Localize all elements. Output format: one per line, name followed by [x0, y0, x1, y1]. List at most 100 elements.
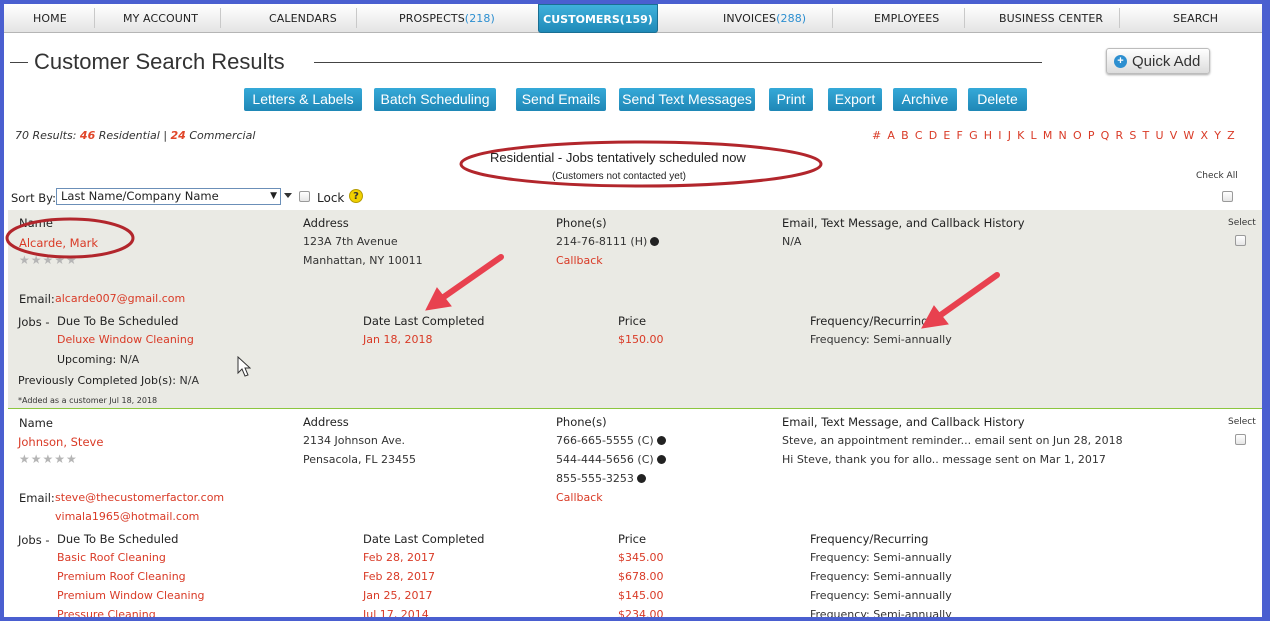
- nav-invoices-label: INVOICES: [723, 12, 777, 25]
- email-link[interactable]: vimala1965@hotmail.com: [55, 510, 199, 523]
- alphabet-letter[interactable]: I: [998, 129, 1001, 142]
- job-frequency: Frequency: Semi-annually: [810, 551, 952, 564]
- archive-button[interactable]: Archive: [893, 88, 957, 111]
- select-checkbox[interactable]: [1235, 434, 1246, 445]
- phone-icon[interactable]: [656, 454, 666, 464]
- nav-customers[interactable]: CUSTOMERS(159): [538, 4, 658, 33]
- history-entry[interactable]: Hi Steve, thank you for allo.. message s…: [782, 453, 1106, 466]
- job-service-link[interactable]: Basic Roof Cleaning: [57, 551, 166, 564]
- alphabet-letter[interactable]: S: [1129, 129, 1136, 142]
- price-header: Price: [618, 532, 647, 546]
- alphabet-letter[interactable]: M: [1043, 129, 1053, 142]
- alphabet-letter[interactable]: Q: [1101, 129, 1110, 142]
- frequency-header: Frequency/Recurring: [810, 314, 929, 328]
- send-emails-button[interactable]: Send Emails: [516, 88, 606, 111]
- alphabet-letter[interactable]: E: [943, 129, 950, 142]
- sort-by-value: Last Name/Company Name: [61, 189, 219, 203]
- nav-home[interactable]: HOME: [33, 12, 67, 25]
- job-price: $678.00: [618, 570, 664, 583]
- name-header: Name: [19, 416, 53, 430]
- batch-scheduling-button[interactable]: Batch Scheduling: [374, 88, 496, 111]
- job-service-link[interactable]: Pressure Cleaning: [57, 608, 156, 617]
- email-link[interactable]: steve@thecustomerfactor.com: [55, 491, 224, 504]
- alphabet-filter: # A B C D E F G H I J K L M N O P Q R S T U V W X Y Z: [872, 129, 1241, 142]
- alphabet-letter[interactable]: #: [872, 129, 881, 142]
- alphabet-letter[interactable]: Z: [1227, 129, 1235, 142]
- commercial-count[interactable]: 24: [171, 129, 186, 142]
- callback-link[interactable]: Callback: [556, 254, 603, 267]
- phone-number[interactable]: 766-665-5555 (C): [556, 434, 666, 447]
- letters-labels-button[interactable]: Letters & Labels: [244, 88, 362, 111]
- callback-link[interactable]: Callback: [556, 491, 603, 504]
- alphabet-letter[interactable]: G: [969, 129, 978, 142]
- select-checkbox[interactable]: [1235, 235, 1246, 246]
- alphabet-letter[interactable]: P: [1088, 129, 1095, 142]
- alphabet-letter[interactable]: H: [984, 129, 992, 142]
- delete-button[interactable]: Delete: [968, 88, 1027, 111]
- job-service-link[interactable]: Deluxe Window Cleaning: [57, 333, 194, 346]
- nav-my-account[interactable]: MY ACCOUNT: [123, 12, 198, 25]
- phone-number-text: 214-76-8111 (H): [556, 235, 648, 248]
- job-date: Jan 25, 2017: [363, 589, 433, 602]
- caret-down-icon[interactable]: [284, 193, 292, 198]
- nav-prospects-label: PROSPECTS: [399, 12, 465, 25]
- title-rule-right: [314, 62, 1042, 63]
- job-price: $150.00: [618, 333, 664, 346]
- nav-calendars[interactable]: CALENDARS: [269, 12, 337, 25]
- due-header: Due To Be Scheduled: [57, 314, 179, 328]
- nav-business-center[interactable]: BUSINESS CENTER: [999, 12, 1103, 25]
- nav-employees[interactable]: EMPLOYEES: [874, 12, 939, 25]
- phone-number[interactable]: 214-76-8111 (H): [556, 235, 660, 248]
- check-all-label: Check All: [1196, 171, 1238, 181]
- job-service-link[interactable]: Premium Window Cleaning: [57, 589, 205, 602]
- rating-stars[interactable]: ★★★★★: [19, 253, 78, 267]
- alphabet-letter[interactable]: X: [1201, 129, 1209, 142]
- alphabet-letter[interactable]: T: [1143, 129, 1150, 142]
- check-all-checkbox[interactable]: [1222, 191, 1233, 202]
- alphabet-letter[interactable]: J: [1008, 129, 1011, 142]
- phone-number[interactable]: 544-444-5656 (C): [556, 453, 666, 466]
- residential-label: Residential |: [98, 129, 168, 142]
- alphabet-letter[interactable]: Y: [1214, 129, 1221, 142]
- alphabet-letter[interactable]: O: [1073, 129, 1082, 142]
- job-service-link[interactable]: Premium Roof Cleaning: [57, 570, 186, 583]
- help-icon[interactable]: ?: [349, 189, 363, 203]
- nav-divider: [356, 8, 357, 28]
- residential-count[interactable]: 46: [80, 129, 95, 142]
- history-entry[interactable]: Steve, an appointment reminder... email …: [782, 434, 1123, 447]
- email-link[interactable]: alcarde007@gmail.com: [55, 292, 185, 305]
- rating-stars[interactable]: ★★★★★: [19, 452, 78, 466]
- alphabet-letter[interactable]: A: [887, 129, 895, 142]
- send-text-messages-button[interactable]: Send Text Messages: [619, 88, 755, 111]
- alphabet-letter[interactable]: B: [901, 129, 909, 142]
- alphabet-letter[interactable]: C: [915, 129, 923, 142]
- quick-add-button[interactable]: + Quick Add: [1106, 48, 1210, 74]
- alphabet-letter[interactable]: W: [1183, 129, 1194, 142]
- alphabet-letter[interactable]: R: [1116, 129, 1124, 142]
- customer-name-link[interactable]: Johnson, Steve: [18, 435, 103, 449]
- lock-checkbox[interactable]: [299, 191, 310, 202]
- export-button[interactable]: Export: [828, 88, 882, 111]
- alphabet-letter[interactable]: U: [1155, 129, 1163, 142]
- job-date: Jul 17, 2014: [363, 608, 429, 617]
- due-header: Due To Be Scheduled: [57, 532, 179, 546]
- email-label: Email:: [19, 292, 55, 306]
- nav-search[interactable]: SEARCH: [1173, 12, 1218, 25]
- nav-prospects[interactable]: PROSPECTS(218): [399, 12, 495, 25]
- phone-icon[interactable]: [656, 435, 666, 445]
- alphabet-letter[interactable]: N: [1059, 129, 1067, 142]
- alphabet-letter[interactable]: V: [1170, 129, 1178, 142]
- sort-by-select[interactable]: Last Name/Company Name ▼: [56, 188, 281, 205]
- alphabet-letter[interactable]: K: [1017, 129, 1024, 142]
- last-completed-header: Date Last Completed: [363, 532, 485, 546]
- phone-number[interactable]: 855-555-3253: [556, 472, 646, 485]
- customer-name-link[interactable]: Alcarde, Mark: [19, 236, 98, 250]
- phones-header: Phone(s): [556, 216, 607, 230]
- print-button[interactable]: Print: [769, 88, 813, 111]
- alphabet-letter[interactable]: L: [1031, 129, 1037, 142]
- alphabet-letter[interactable]: D: [929, 129, 937, 142]
- phone-icon[interactable]: [650, 236, 660, 246]
- phone-icon[interactable]: [636, 473, 646, 483]
- alphabet-letter[interactable]: F: [957, 129, 963, 142]
- nav-invoices[interactable]: INVOICES(288): [723, 12, 806, 25]
